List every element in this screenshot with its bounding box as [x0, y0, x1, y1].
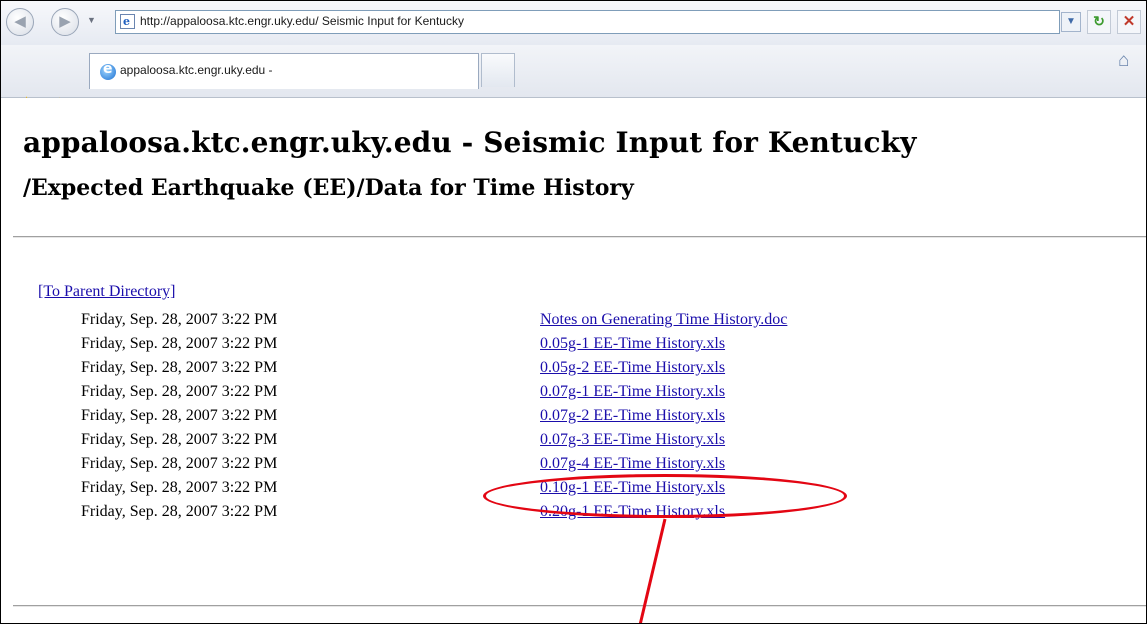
file-link[interactable]: 0.05g-1 EE-Time History.xls — [540, 335, 725, 353]
page-icon: e — [120, 14, 135, 29]
list-item: Friday, Sep. 28, 2007 3:22 PM 0.07g-3 EE… — [1, 431, 1146, 456]
new-tab-button[interactable] — [481, 53, 515, 87]
tab-label: appaloosa.ktc.engr.uky.edu - — [120, 63, 273, 77]
tab-current[interactable]: appaloosa.ktc.engr.uky.edu - — [89, 53, 479, 89]
file-date: Friday, Sep. 28, 2007 3:22 PM — [81, 503, 278, 520]
file-link[interactable]: 0.07g-3 EE-Time History.xls — [540, 431, 725, 449]
page-title: appaloosa.ktc.engr.uky.edu - Seismic Inp… — [23, 126, 917, 159]
page-content: appaloosa.ktc.engr.uky.edu - Seismic Inp… — [1, 98, 1146, 623]
file-link[interactable]: 0.05g-2 EE-Time History.xls — [540, 359, 725, 377]
refresh-icon[interactable]: ↻ — [1087, 10, 1111, 34]
recent-pages-chevron-icon[interactable]: ▼ — [87, 15, 96, 25]
back-arrow-icon[interactable]: ◀ — [6, 8, 34, 36]
address-bar-row: ◀ ▶ ▼ e http://appaloosa.ktc.engr.uky.ed… — [1, 1, 1146, 45]
file-date: Friday, Sep. 28, 2007 3:22 PM — [81, 335, 278, 352]
file-date: Friday, Sep. 28, 2007 3:22 PM — [81, 383, 278, 400]
home-icon[interactable]: ⌂ — [1118, 51, 1129, 71]
file-link[interactable]: 0.07g-1 EE-Time History.xls — [540, 383, 725, 401]
file-link[interactable]: 0.07g-4 EE-Time History.xls — [540, 455, 725, 473]
annotation-ellipse — [483, 474, 847, 518]
address-url[interactable]: http://appaloosa.ktc.engr.uky.edu/ Seism… — [140, 13, 464, 30]
file-date: Friday, Sep. 28, 2007 3:22 PM — [81, 455, 278, 472]
file-date: Friday, Sep. 28, 2007 3:22 PM — [81, 407, 278, 424]
address-dropdown-icon[interactable]: ▼ — [1061, 12, 1081, 32]
page-subtitle: /Expected Earthquake (EE)/Data for Time … — [23, 175, 634, 201]
file-date: Friday, Sep. 28, 2007 3:22 PM — [81, 431, 278, 448]
list-item: Friday, Sep. 28, 2007 3:22 PM 0.05g-1 EE… — [1, 335, 1146, 360]
divider-bottom — [13, 605, 1146, 607]
stop-icon[interactable]: ✕ — [1117, 10, 1141, 34]
ie-logo-icon — [100, 61, 116, 80]
file-link[interactable]: 0.07g-2 EE-Time History.xls — [540, 407, 725, 425]
address-input[interactable]: e http://appaloosa.ktc.engr.uky.edu/ Sei… — [115, 10, 1060, 34]
list-item: Friday, Sep. 28, 2007 3:22 PM 0.05g-2 EE… — [1, 359, 1146, 384]
screenshot-frame: ◀ ▶ ▼ e http://appaloosa.ktc.engr.uky.ed… — [0, 0, 1147, 624]
forward-arrow-icon[interactable]: ▶ — [51, 8, 79, 36]
file-link[interactable]: Notes on Generating Time History.doc — [540, 311, 787, 329]
file-date: Friday, Sep. 28, 2007 3:22 PM — [81, 311, 278, 328]
file-date: Friday, Sep. 28, 2007 3:22 PM — [81, 359, 278, 376]
list-item: Friday, Sep. 28, 2007 3:22 PM Notes on G… — [1, 311, 1146, 336]
parent-directory-link[interactable]: [To Parent Directory] — [38, 283, 176, 301]
list-item: Friday, Sep. 28, 2007 3:22 PM 0.07g-2 EE… — [1, 407, 1146, 432]
list-item: Friday, Sep. 28, 2007 3:22 PM 0.07g-1 EE… — [1, 383, 1146, 408]
file-date: Friday, Sep. 28, 2007 3:22 PM — [81, 479, 278, 496]
divider-top — [13, 236, 1146, 238]
